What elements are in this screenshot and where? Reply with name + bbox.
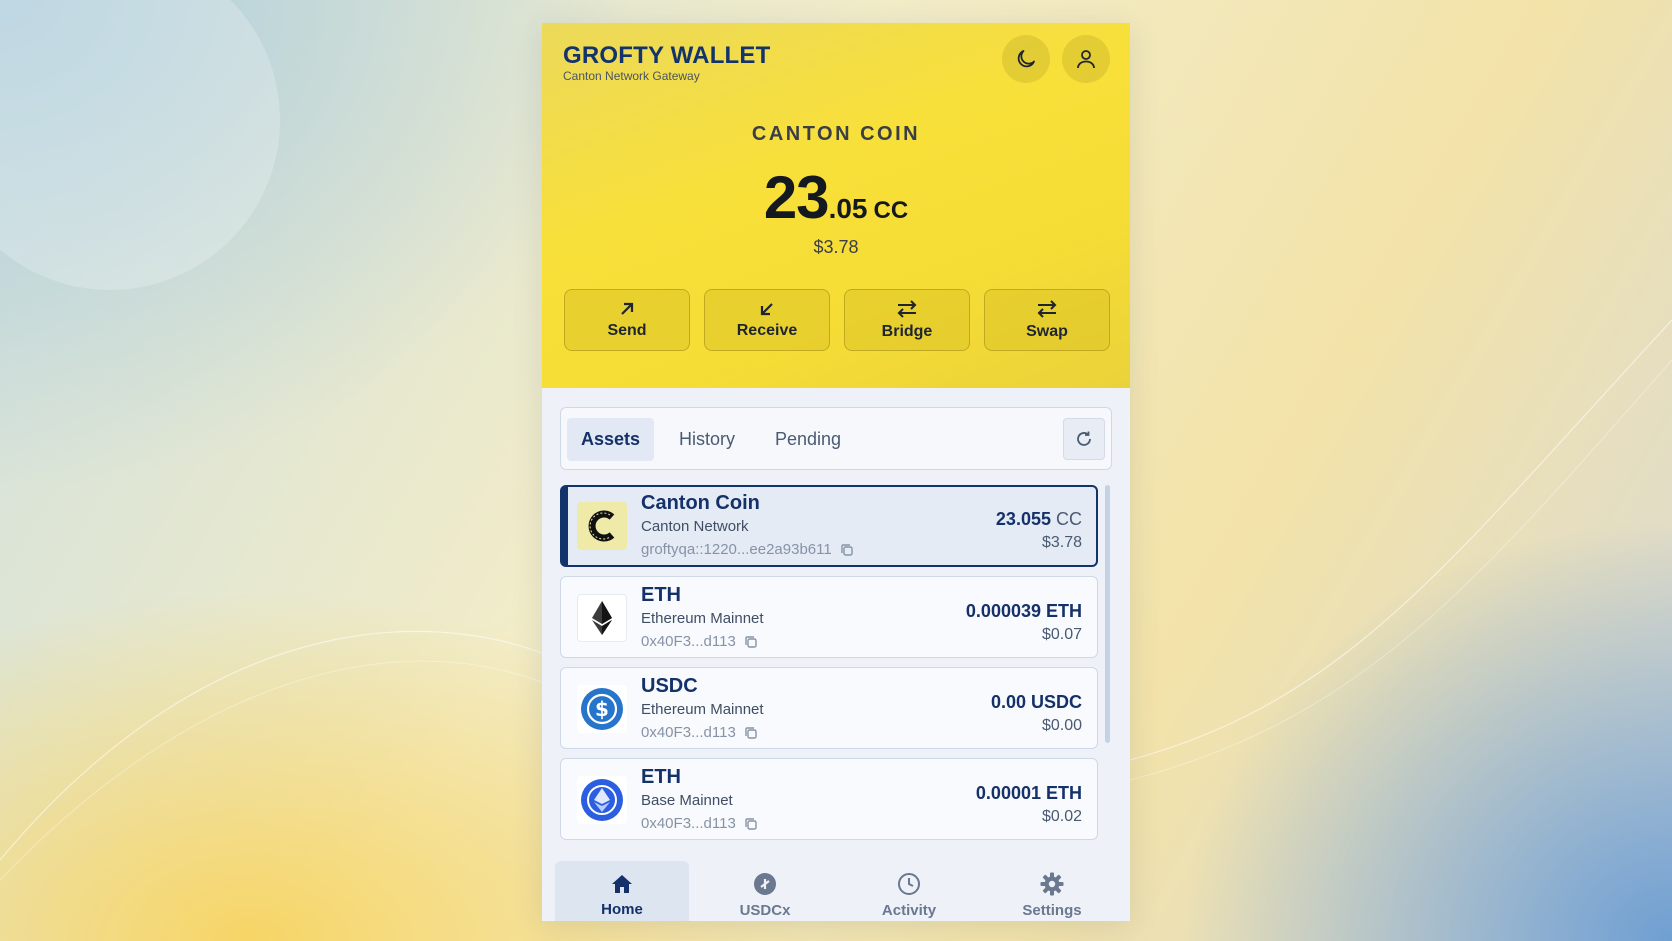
- bridge-button[interactable]: Bridge: [844, 289, 970, 351]
- balance-amount: 23.05 CC: [542, 163, 1130, 232]
- tab-history[interactable]: History: [665, 418, 749, 461]
- receive-label: Receive: [736, 322, 798, 339]
- home-icon: [612, 874, 632, 893]
- asset-fiat: $0.02: [1041, 808, 1082, 825]
- nav-home-label: Home: [601, 900, 643, 918]
- balance-usd: $3.78: [813, 237, 859, 257]
- nav-home[interactable]: Home: [555, 861, 689, 921]
- asset-fiat: $0.00: [1041, 717, 1082, 734]
- brand-title: GROFTY WALLET: [563, 42, 771, 69]
- asset-address-text: 0x40F3...d113: [641, 633, 736, 650]
- asset-amount-unit: CC: [1056, 509, 1082, 529]
- nav-settings-label: Settings: [1022, 901, 1082, 919]
- refresh-icon: [1077, 431, 1091, 446]
- asset-address: 0x40F3...d113: [641, 724, 758, 741]
- asset-row-eth-mainnet[interactable]: ETH Ethereum Mainnet 0x40F3...d113 0.000…: [560, 576, 1098, 658]
- tab-pending[interactable]: Pending: [761, 418, 855, 461]
- swap-label: Swap: [1026, 323, 1068, 340]
- asset-amount: 23.055 CC: [996, 509, 1082, 530]
- asset-name: USDC: [641, 675, 698, 697]
- clock-icon: [898, 872, 920, 895]
- swap-arrows-icon: [897, 300, 917, 318]
- moon-icon: [1017, 50, 1035, 68]
- asset-row-usdc[interactable]: $ USDC Ethereum Mainnet 0x40F3...d113 0.…: [560, 667, 1098, 749]
- tab-bar: Assets History Pending: [560, 407, 1112, 470]
- send-button[interactable]: Send: [564, 289, 690, 351]
- asset-network: Canton Network: [641, 518, 749, 535]
- user-icon: [1077, 50, 1095, 69]
- profile-button[interactable]: [1062, 35, 1110, 83]
- receive-button[interactable]: Receive: [704, 289, 830, 351]
- asset-amount: 0.00 USDC: [990, 692, 1082, 712]
- asset-row-canton-coin[interactable]: Canton Coin Canton Network groftyqa::122…: [560, 485, 1098, 567]
- swap-button[interactable]: Swap: [984, 289, 1110, 351]
- asset-address: 0x40F3...d113: [641, 815, 758, 832]
- nav-usdcx-label: USDCx: [739, 901, 791, 919]
- asset-network: Ethereum Mainnet: [641, 610, 764, 627]
- copy-icon[interactable]: [840, 543, 854, 557]
- nav-usdcx[interactable]: USDCx: [698, 861, 832, 921]
- canton-coin-logo: [577, 502, 627, 550]
- send-label: Send: [607, 322, 647, 339]
- nav-activity[interactable]: Activity: [842, 861, 976, 921]
- balance-hero: GROFTY WALLET Canton Network Gateway CAN…: [542, 23, 1130, 388]
- nav-settings[interactable]: Settings: [985, 861, 1119, 921]
- refresh-button[interactable]: [1063, 418, 1105, 460]
- asset-address: groftyqa::1220...ee2a93b611: [641, 541, 854, 558]
- usdc-logo: $: [577, 685, 627, 733]
- balance-unit: CC: [873, 197, 909, 224]
- base-eth-logo: [577, 776, 627, 824]
- tab-assets[interactable]: Assets: [567, 418, 655, 461]
- asset-address-text: 0x40F3...d113: [641, 724, 736, 741]
- action-buttons: Send Receive Bridge Swap: [564, 289, 1110, 351]
- bridge-label: Bridge: [881, 323, 933, 340]
- balance-decimal: .05: [828, 193, 868, 224]
- copy-icon[interactable]: [744, 817, 758, 831]
- asset-address-text: 0x40F3...d113: [641, 815, 736, 832]
- asset-fiat: $0.07: [1041, 626, 1082, 643]
- asset-name: ETH: [641, 584, 681, 606]
- copy-icon[interactable]: [744, 726, 758, 740]
- asset-name: ETH: [641, 766, 681, 788]
- asset-fiat: $3.78: [1041, 534, 1082, 551]
- asset-amount-value: 23.055: [995, 509, 1051, 529]
- asset-amount: 0.000039 ETH: [965, 601, 1082, 621]
- asset-amount: 0.00001 ETH: [975, 783, 1082, 803]
- ethereum-logo: [577, 594, 627, 642]
- asset-network: Ethereum Mainnet: [641, 701, 764, 718]
- bottom-nav: Home USDCx Activity Settings: [542, 861, 1130, 921]
- nav-activity-label: Activity: [881, 901, 937, 919]
- asset-name: Canton Coin: [641, 492, 760, 514]
- usdcx-icon: [754, 872, 776, 895]
- asset-list-scrollbar[interactable]: [1105, 485, 1110, 743]
- gear-icon: [1040, 872, 1064, 895]
- asset-network: Base Mainnet: [641, 792, 733, 809]
- wallet-app: GROFTY WALLET Canton Network Gateway CAN…: [542, 23, 1130, 921]
- svg-text:$: $: [595, 697, 609, 721]
- asset-address-text: groftyqa::1220...ee2a93b611: [641, 541, 832, 558]
- brand-subtitle: Canton Network Gateway: [563, 69, 700, 83]
- asset-row-eth-base[interactable]: ETH Base Mainnet 0x40F3...d113 0.00001 E…: [560, 758, 1098, 840]
- swap-arrows-icon: [1037, 300, 1057, 318]
- asset-list[interactable]: Canton Coin Canton Network groftyqa::122…: [560, 485, 1120, 850]
- copy-icon[interactable]: [744, 635, 758, 649]
- coin-name: CANTON COIN: [751, 123, 921, 145]
- arrow-up-right-icon: [621, 302, 634, 315]
- balance-integer: 23: [763, 164, 830, 231]
- arrow-down-left-icon: [760, 303, 773, 316]
- asset-address: 0x40F3...d113: [641, 633, 758, 650]
- theme-toggle-button[interactable]: [1002, 35, 1050, 83]
